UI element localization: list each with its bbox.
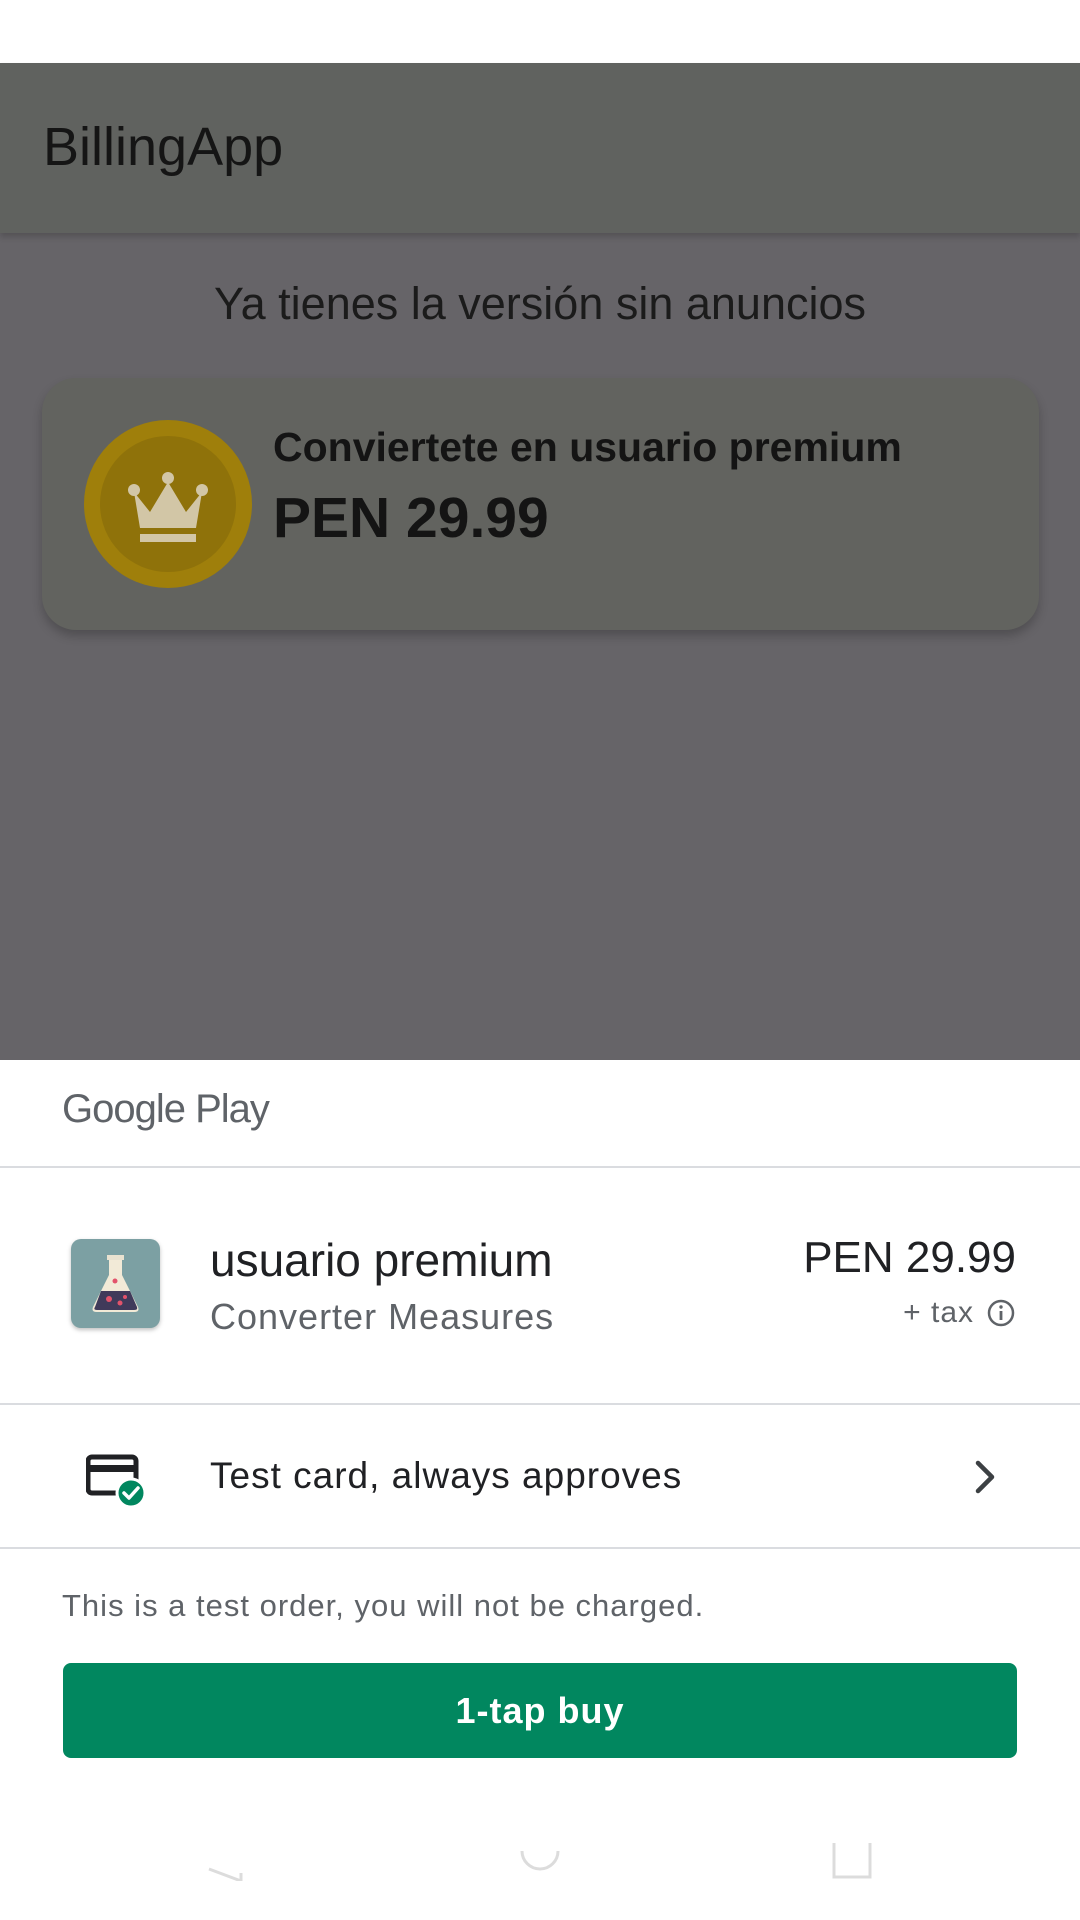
crown-icon xyxy=(128,472,208,542)
divider xyxy=(0,1547,1080,1549)
one-tap-buy-button[interactable]: 1-tap buy xyxy=(63,1663,1017,1758)
premium-card-title: Conviertete en usuario premium xyxy=(273,424,902,470)
home-icon[interactable] xyxy=(520,1843,560,1881)
premium-card-price: PEN 29.99 xyxy=(273,486,549,550)
ad-free-headline: Ya tienes la versión sin anuncios xyxy=(213,278,867,329)
tax-label: + tax xyxy=(903,1296,974,1329)
flask-icon xyxy=(92,1255,139,1312)
back-icon[interactable] xyxy=(205,1843,245,1881)
item-name: usuario premium xyxy=(210,1234,553,1286)
google-play-logo: Google Play xyxy=(62,1087,270,1131)
payment-method-label: Test card, always approves xyxy=(210,1455,683,1496)
info-icon[interactable] xyxy=(986,1298,1016,1328)
recent-apps-icon[interactable] xyxy=(832,1843,872,1881)
app-title: BillingApp xyxy=(43,117,284,177)
tax-info[interactable]: + tax xyxy=(903,1296,1016,1330)
buy-button-label: 1-tap buy xyxy=(455,1689,625,1731)
item-price: PEN 29.99 xyxy=(803,1233,1016,1282)
credit-card-check-icon xyxy=(86,1454,147,1509)
test-order-notice: This is a test order, you will not be ch… xyxy=(62,1588,705,1623)
divider xyxy=(0,1166,1080,1168)
item-app-name: Converter Measures xyxy=(210,1296,555,1337)
chevron-right-icon xyxy=(975,1460,995,1494)
status-bar xyxy=(0,0,1080,63)
